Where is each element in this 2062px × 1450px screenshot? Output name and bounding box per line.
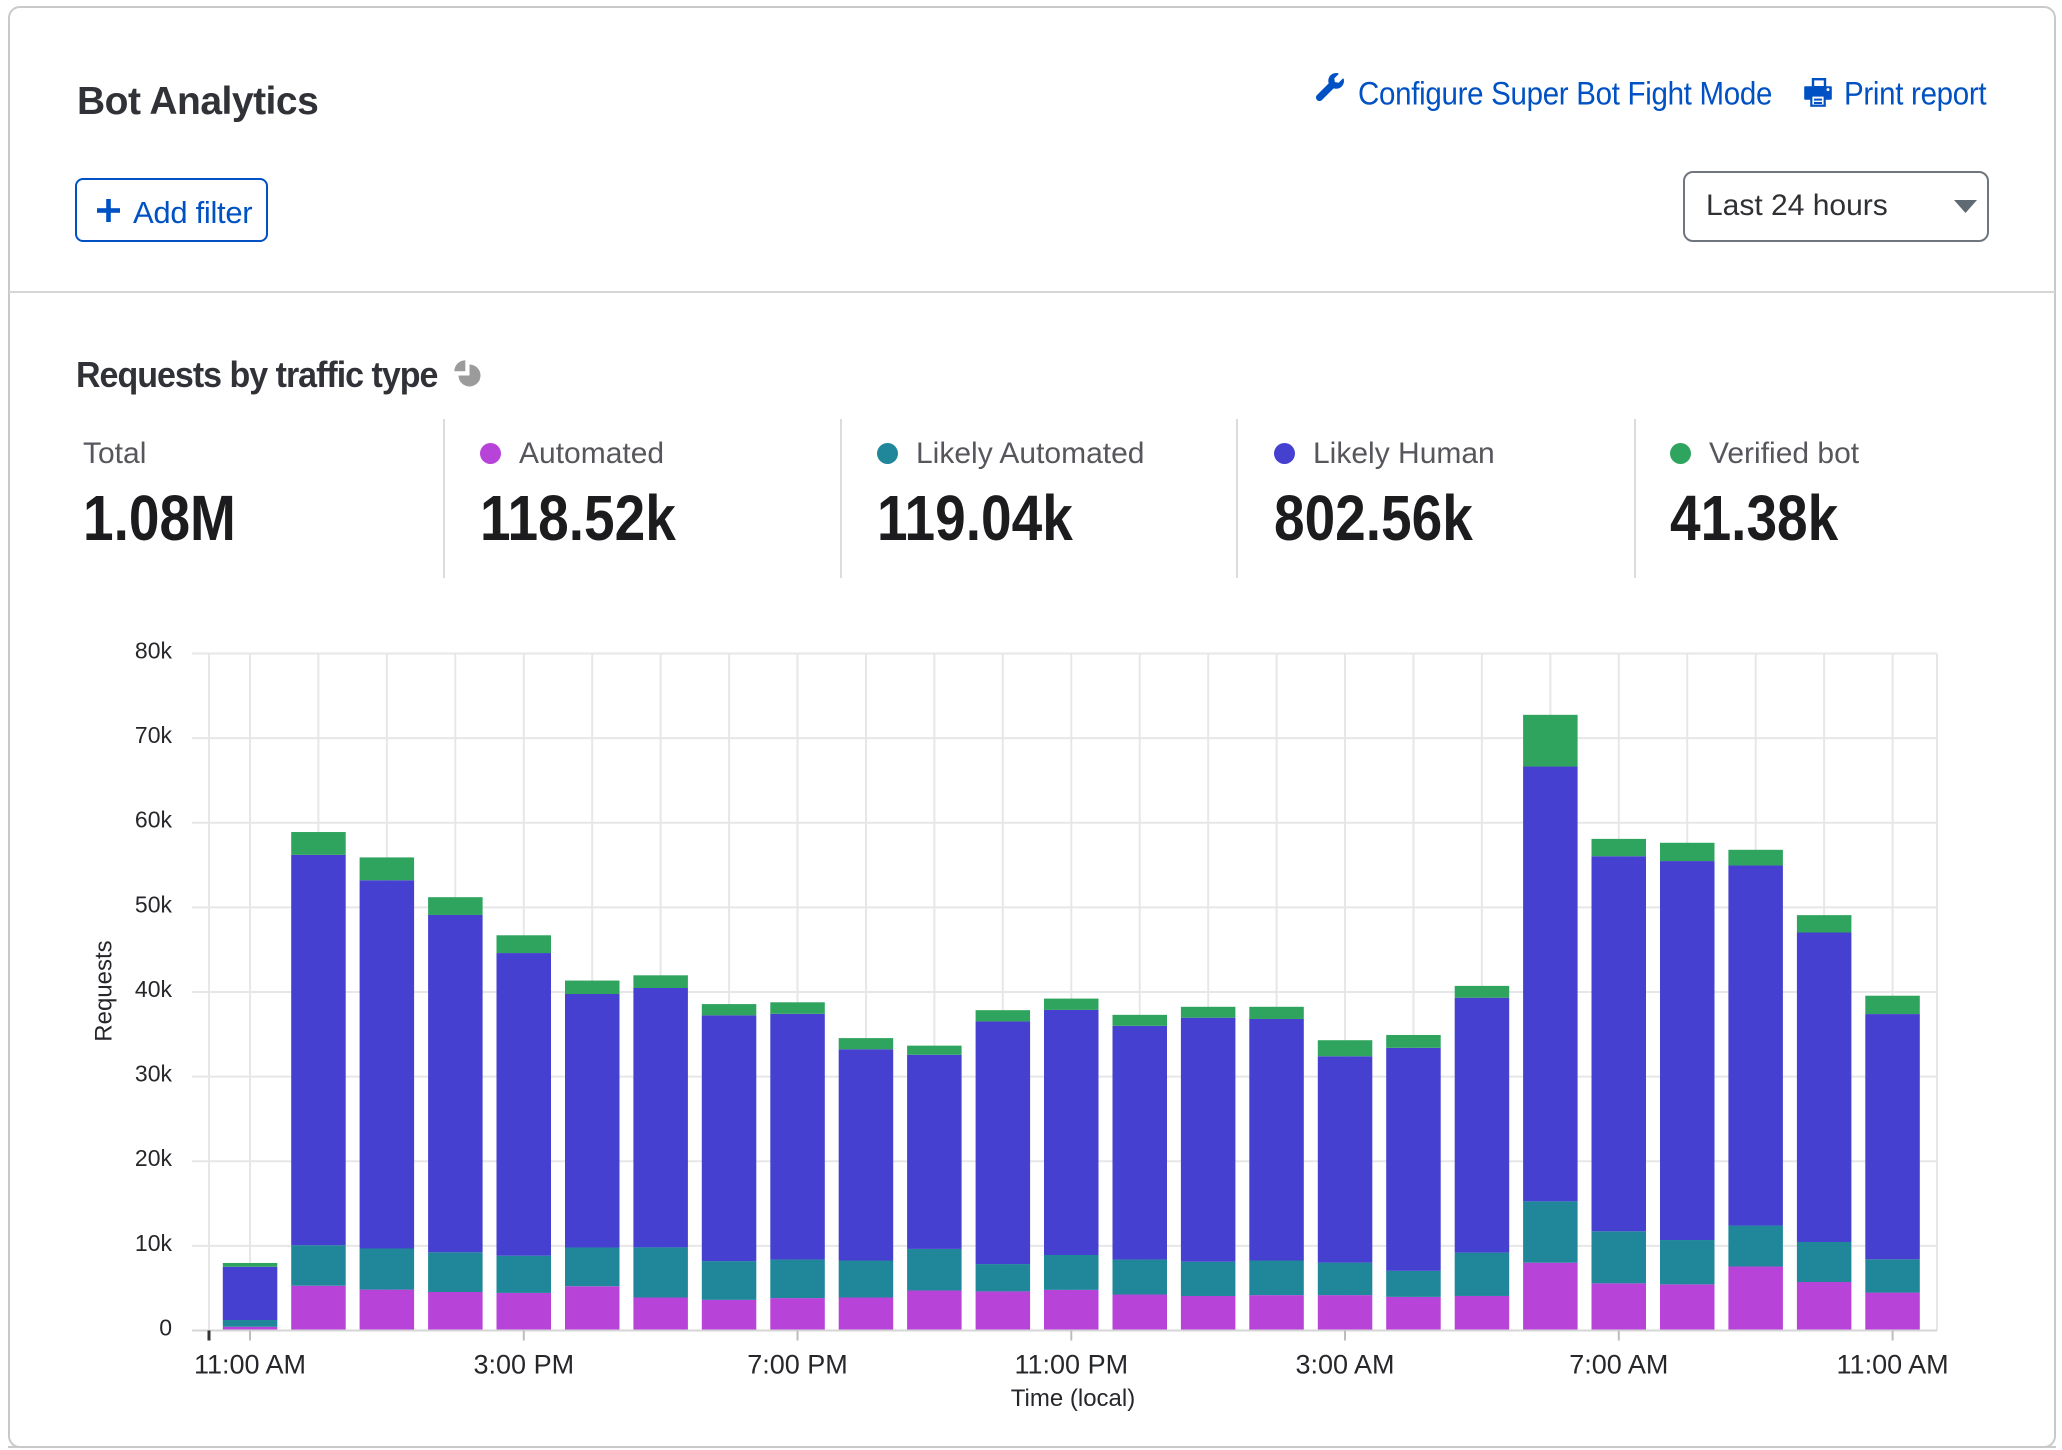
svg-text:3:00 AM: 3:00 AM <box>1295 1350 1394 1380</box>
svg-text:Requests: Requests <box>91 940 118 1041</box>
svg-text:40k: 40k <box>135 976 173 1002</box>
svg-text:7:00 PM: 7:00 PM <box>747 1350 848 1380</box>
svg-text:20k: 20k <box>135 1145 173 1171</box>
svg-text:7:00 AM: 7:00 AM <box>1569 1350 1668 1380</box>
svg-text:50k: 50k <box>135 891 173 917</box>
svg-text:60k: 60k <box>135 807 173 833</box>
svg-text:11:00 PM: 11:00 PM <box>1015 1350 1129 1380</box>
svg-text:Time (local): Time (local) <box>1011 1385 1135 1412</box>
svg-text:11:00 AM: 11:00 AM <box>1837 1350 1949 1380</box>
svg-text:3:00 PM: 3:00 PM <box>474 1350 575 1380</box>
svg-text:0: 0 <box>159 1315 172 1341</box>
svg-text:30k: 30k <box>135 1061 173 1087</box>
svg-text:70k: 70k <box>135 722 173 748</box>
svg-text:11:00 AM: 11:00 AM <box>194 1350 306 1380</box>
svg-text:80k: 80k <box>135 638 173 664</box>
svg-text:10k: 10k <box>135 1230 173 1256</box>
